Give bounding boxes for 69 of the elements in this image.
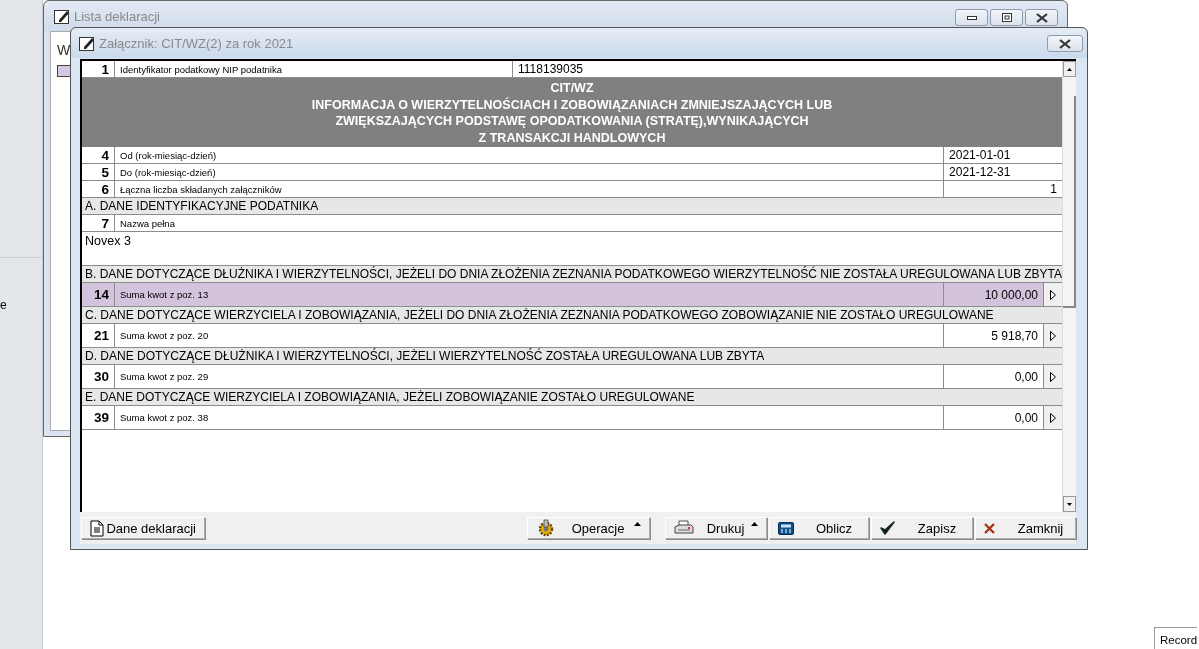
field-number: 6: [82, 181, 115, 197]
triangle-right-icon: [1050, 289, 1057, 300]
field-number: 7: [82, 215, 115, 231]
minimize-button[interactable]: [955, 9, 988, 26]
gear-icon: [536, 519, 556, 537]
triangle-right-icon: [1050, 371, 1057, 382]
side-text: e: [0, 298, 7, 312]
field-number: 1: [82, 61, 115, 77]
triangle-right-icon: [1050, 412, 1057, 423]
field-label: Suma kwot z poz. 13: [119, 288, 210, 302]
section-heading: E. DANE DOTYCZĄCE WIERZYCIELA I ZOBOWIĄZANIA, JEŻELI ZOBOWIĄZANIE ZOSTAŁO UREGULOWANE: [82, 389, 1063, 406]
triangle-right-icon: [1050, 330, 1057, 341]
section-heading: A. DANE IDENTYFIKACYJNE PODATNIKA: [82, 198, 1063, 215]
toolbar-button[interactable]: Zapisz: [871, 517, 973, 539]
header-text: CIT/WZ: [549, 80, 595, 97]
field-label: Do (rok-miesiąc-dzień): [119, 165, 217, 180]
window-title: Lista deklaracji: [74, 8, 160, 24]
close-button[interactable]: [1047, 35, 1083, 52]
calculator-icon: [778, 521, 794, 535]
header-text: INFORMACJA O WIERZYTELNOŚCIACH I ZOBOWIĄZANIACH ZMNIEJSZAJĄCYCH LUB: [310, 96, 834, 113]
toolbar-button[interactable]: Operacje: [527, 517, 650, 539]
window-title: Załącznik: CIT/WZ(2) za rok 2021: [99, 36, 295, 51]
field-number: 39: [82, 406, 115, 429]
expand-button[interactable]: [1043, 365, 1063, 388]
field-number: 14: [82, 283, 115, 306]
check-icon: [880, 521, 895, 535]
field-label: Suma kwot z poz. 29: [119, 370, 210, 384]
close-icon: [1035, 12, 1048, 23]
section-heading: B. DANE DOTYCZĄCE DŁUŻNIKA I WIERZYTELNOŚCI, JEŻELI DO DNIA ZŁOŻENIA ZEZNANIA PODATKOWEGO WIERZYTELNOŚĆ NIE ZOSTAŁA UREGULOWANA LUB ZBYTA: [82, 266, 1063, 283]
pencil-icon: [79, 36, 95, 51]
close-button[interactable]: [1025, 9, 1058, 26]
section-heading: D. DANE DOTYCZĄCE DŁUŻNIKA I WIERZYTELNOŚCI, JEŻELI WIERZYTELNOŚĆ ZOSTAŁA UREGULOWANA LUB ZBYTA: [82, 348, 1063, 365]
section-heading: C. DANE DOTYCZĄCE WIERZYCIELA I ZOBOWIĄZANIA, JEŻELI DO DNIA ZŁOŻENIA ZEZNANIA PODATKOWEGO ZOBOWIĄZANIE NIE ZOSTAŁO UREGULOWANE: [82, 307, 1063, 324]
field-label: Nazwa pełna: [119, 216, 176, 231]
printer-icon: [674, 520, 694, 536]
header-cell: [57, 65, 71, 77]
field-number: 30: [82, 365, 115, 388]
field-label: Suma kwot z poz. 20: [119, 329, 210, 343]
document-icon: [90, 519, 104, 537]
triangle-down-icon: [1067, 502, 1072, 506]
scroll-up-button[interactable]: [1063, 61, 1076, 77]
scrollbar[interactable]: [1062, 61, 1076, 512]
header-text: Z TRANSAKCJI HANDLOWYCH: [477, 129, 667, 146]
close-icon: [1059, 38, 1071, 49]
scrollbar-thumb[interactable]: [1063, 95, 1076, 308]
scroll-down-button[interactable]: [1063, 496, 1076, 512]
record-button[interactable]: Record: [1154, 627, 1198, 649]
field-number: 5: [82, 164, 115, 180]
field-number: 21: [82, 324, 115, 347]
field-label: Łączna liczba składanych załączników: [119, 182, 283, 197]
field-label: Od (rok-miesiąc-dzień): [119, 148, 218, 163]
toolbar-button[interactable]: Dane deklaracji: [81, 517, 205, 539]
expand-button[interactable]: [1043, 324, 1063, 347]
header-text: ZWIĘKSZAJĄCYCH PODSTAWĘ OPODATKOWANIA (STRATĘ),WYNIKAJĄCYCH: [334, 113, 810, 130]
field-label: Suma kwot z poz. 38: [119, 411, 210, 425]
maximize-icon: [1001, 13, 1012, 22]
close-icon: [984, 522, 995, 534]
panel-label: W: [57, 42, 71, 58]
triangle-up-icon: [1067, 67, 1072, 71]
toolbar-button[interactable]: Oblicz: [769, 517, 869, 539]
minimize-icon: [966, 15, 977, 20]
toolbar-button[interactable]: Zamknij: [975, 517, 1076, 539]
expand-button[interactable]: [1043, 406, 1063, 429]
field-label: Identyfikator podatkowy NIP podatnika: [119, 62, 283, 77]
toolbar-button[interactable]: Drukuj: [665, 517, 767, 539]
pencil-icon: [54, 8, 70, 24]
expand-button[interactable]: [1043, 283, 1063, 306]
maximize-button[interactable]: [990, 9, 1023, 26]
field-number: 4: [82, 147, 115, 163]
